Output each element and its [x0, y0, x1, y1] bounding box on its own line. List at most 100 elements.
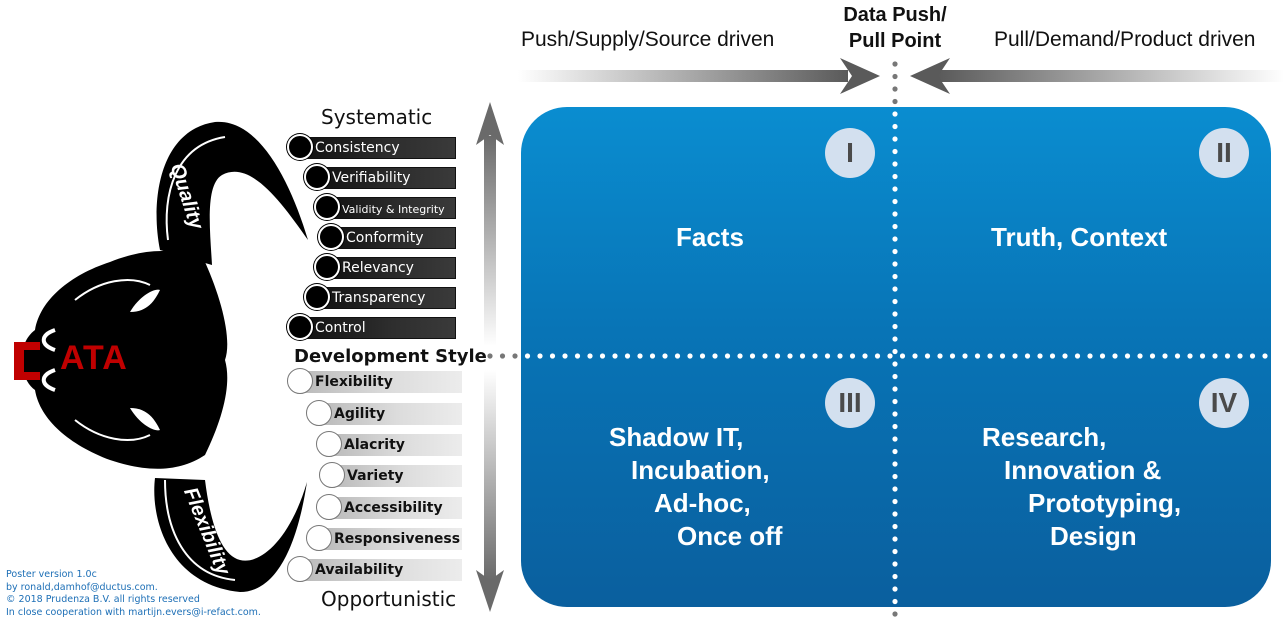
- divider-dot: [1187, 353, 1193, 359]
- divider-dot: [749, 353, 756, 359]
- quadrant-3-line: Once off: [677, 521, 783, 551]
- divider-dot: [1074, 353, 1081, 359]
- item-label: Validity & Integrity: [342, 203, 445, 216]
- divider-dot: [1162, 353, 1168, 359]
- quadrant-2-line: Truth, Context: [991, 222, 1168, 252]
- divider-dot: [892, 148, 898, 155]
- quadrant-3-line: Ad-hoc,: [654, 488, 751, 518]
- divider-dot: [892, 323, 898, 330]
- quadrant-4-line: Innovation &: [1004, 455, 1162, 485]
- quadrant-4-line: Design: [1050, 521, 1137, 551]
- bullet-circle-icon: [304, 284, 330, 310]
- quality-item: Validity & Integrity: [314, 194, 456, 220]
- divider-dot: [787, 353, 793, 359]
- push-pull-title-line1: Data Push/: [843, 4, 947, 26]
- divider-dot: [637, 353, 643, 359]
- divider-dot: [892, 248, 898, 255]
- divider-dot: [799, 353, 806, 359]
- quality-item: Transparency: [304, 284, 456, 310]
- item-label: Responsiveness: [334, 531, 461, 547]
- divider-dot: [1212, 353, 1218, 359]
- divider-dot: [892, 136, 898, 142]
- divider-dot: [899, 353, 906, 359]
- divider-dot: [712, 353, 718, 359]
- divider-dot: [999, 353, 1006, 359]
- divider-dot: [1237, 353, 1243, 359]
- opportunistic-label: Opportunistic: [321, 587, 457, 611]
- item-label: Alacrity: [344, 437, 405, 453]
- divider-dot: [892, 398, 898, 405]
- item-label: Availability: [315, 562, 404, 578]
- bullet-circle-icon: [316, 431, 342, 457]
- divider-dot: [892, 436, 898, 442]
- divider-dot: [892, 473, 898, 480]
- credit-copyright: © 2018 Prudenza B.V. all rights reserved: [6, 594, 200, 605]
- divider-dot: [512, 353, 518, 359]
- divider-dot: [892, 461, 898, 467]
- poster-credits: Poster version 1.0c by ronald,damhof@duc…: [6, 569, 261, 619]
- item-label: Verifiability: [332, 170, 411, 186]
- divider-dot: [1224, 353, 1231, 359]
- bullet-circle-icon: [316, 494, 342, 520]
- divider-dot: [549, 353, 556, 359]
- push-pull-title-line2: Pull Point: [848, 30, 942, 52]
- divider-dot: [524, 353, 531, 359]
- item-label: Control: [315, 320, 366, 336]
- divider-dot: [1012, 353, 1018, 359]
- divider-dot: [892, 98, 898, 105]
- divider-dot: [892, 223, 898, 230]
- divider-dot: [892, 236, 898, 242]
- quality-item: Verifiability: [304, 164, 456, 190]
- divider-dot: [824, 353, 831, 359]
- development-style-label: Development Style: [294, 346, 487, 367]
- divider-dot: [892, 423, 898, 430]
- divider-dot: [892, 586, 898, 592]
- divider-dot: [974, 353, 981, 359]
- divider-dot: [1099, 353, 1106, 359]
- divider-dot: [892, 598, 898, 605]
- divider-dot: [892, 273, 898, 280]
- divider-dot: [774, 353, 781, 359]
- data-bull-logo: [14, 121, 308, 592]
- item-label: Transparency: [332, 290, 426, 306]
- divider-dot: [1087, 353, 1093, 359]
- divider-dot: [949, 353, 956, 359]
- bullet-circle-icon: [304, 164, 330, 190]
- quadrant-4-numeral: IV: [1199, 378, 1249, 428]
- vertical-divider: [892, 61, 898, 617]
- divider-dot: [649, 353, 656, 359]
- arrow-up-shaft: [484, 136, 496, 346]
- push-arrow-shaft: [518, 70, 848, 82]
- divider-dot: [912, 353, 918, 359]
- bullet-circle-icon: [287, 368, 313, 394]
- quality-item: Consistency: [287, 134, 456, 160]
- quadrant-1-numeral: I: [825, 128, 875, 178]
- divider-dot: [924, 353, 931, 359]
- flexibility-item: Availability: [287, 556, 462, 582]
- quadrant-4-line: Research,: [982, 422, 1107, 452]
- flexibility-item: Flexibility: [287, 368, 462, 394]
- divider-dot: [1037, 353, 1043, 359]
- quadrant-3-line: Incubation,: [631, 455, 770, 485]
- divider-dot: [1062, 353, 1068, 359]
- divider-dot: [892, 298, 898, 305]
- divider-dot: [937, 353, 943, 359]
- divider-dot: [892, 198, 898, 205]
- divider-dot: [687, 353, 693, 359]
- divider-dot: [1174, 353, 1181, 359]
- divider-dot: [874, 353, 881, 359]
- pull-arrow: [910, 58, 1284, 94]
- divider-dot: [662, 353, 668, 359]
- quality-item: Control: [287, 314, 456, 340]
- divider-dot: [892, 448, 898, 455]
- divider-dot: [892, 498, 898, 505]
- divider-dot: [962, 353, 968, 359]
- quadrant-4-line: Prototyping,: [1028, 488, 1182, 518]
- bullet-circle-icon: [314, 254, 340, 280]
- quadrant-3-title: Shadow IT, Incubation, Ad-hoc, Once off: [609, 421, 782, 553]
- divider-dot: [1149, 353, 1156, 359]
- credit-version: Poster version 1.0c: [6, 569, 97, 580]
- pull-arrow-shaft: [938, 70, 1284, 82]
- item-label: Variety: [347, 468, 404, 484]
- divider-dot: [892, 561, 898, 567]
